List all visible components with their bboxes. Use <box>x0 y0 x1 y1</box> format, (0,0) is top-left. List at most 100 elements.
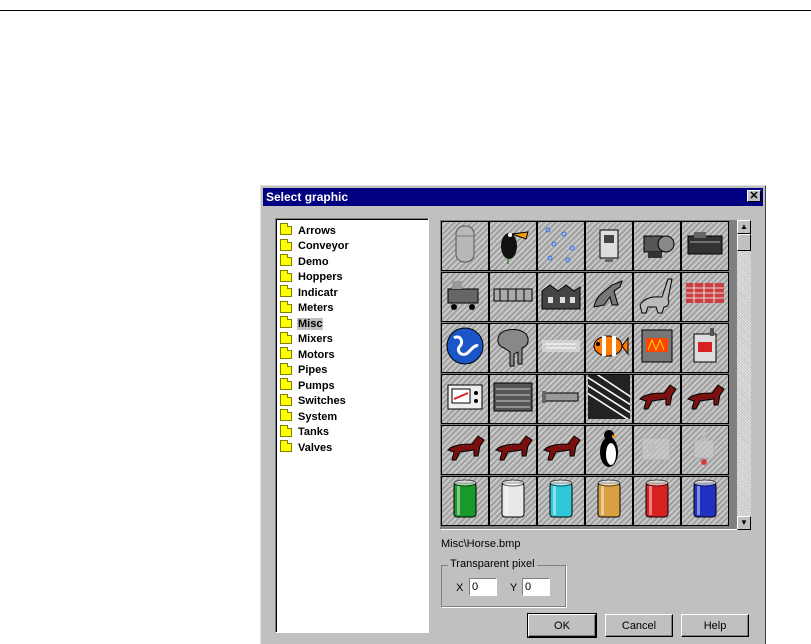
globe-icon <box>444 324 486 372</box>
graphic-cell[interactable] <box>681 374 729 424</box>
folder-item-tanks[interactable]: Tanks <box>280 424 330 440</box>
graphic-cell[interactable] <box>585 323 633 373</box>
folder-item-pipes[interactable]: Pipes <box>280 362 328 378</box>
pipe-section-icon <box>540 375 582 423</box>
graphic-cell[interactable] <box>441 323 489 373</box>
folder-label: Arrows <box>298 224 336 237</box>
folder-label: Pipes <box>298 364 328 376</box>
folder-icon <box>280 347 292 359</box>
graphic-cell[interactable] <box>441 221 489 271</box>
horse-icon <box>444 426 486 474</box>
graphic-cell[interactable] <box>489 374 537 424</box>
graphic-cell[interactable] <box>489 476 537 526</box>
generator-icon <box>684 222 726 270</box>
folder-item-valves[interactable]: Valves <box>280 440 333 455</box>
graphics-grid[interactable] <box>440 220 751 530</box>
close-button[interactable]: ✕ <box>747 190 761 202</box>
graphic-cell[interactable] <box>681 272 729 322</box>
transparent-pixel-group: Transparent pixel X 0 Y 0 <box>441 558 566 607</box>
graphic-cell[interactable] <box>537 221 585 271</box>
graphic-cell[interactable] <box>585 476 633 526</box>
folder-item-hoppers[interactable]: Hoppers <box>280 269 344 285</box>
graphic-cell[interactable] <box>681 425 729 475</box>
folder-item-misc[interactable]: Misc <box>280 316 324 331</box>
brick-pattern-icon <box>684 273 726 321</box>
folder-list[interactable]: Arrows Conveyor Demo Hoppers Indicatr Meters M… <box>275 218 429 633</box>
graphic-cell[interactable] <box>633 425 681 475</box>
graphic-cell[interactable] <box>633 374 681 424</box>
graphic-cell[interactable] <box>537 272 585 322</box>
folder-label: Valves <box>298 441 333 454</box>
page-rule <box>0 10 811 11</box>
furnace-icon <box>636 324 678 372</box>
graphic-cell[interactable] <box>681 476 729 526</box>
graphic-cell[interactable] <box>537 374 585 424</box>
graphic-cell[interactable] <box>441 425 489 475</box>
graphic-cell[interactable] <box>537 323 585 373</box>
folder-item-indicatr[interactable]: Indicatr <box>280 285 339 300</box>
dialog-titlebar[interactable]: Select graphic ✕ <box>263 188 763 206</box>
folder-label: Indicatr <box>298 286 338 299</box>
cancel-button[interactable]: Cancel <box>605 614 673 637</box>
help-button[interactable]: Help <box>681 614 749 637</box>
graphic-cell[interactable] <box>489 272 537 322</box>
folder-item-switches[interactable]: Switches <box>280 393 347 409</box>
graphic-cell[interactable] <box>489 425 537 475</box>
folder-label: Demo <box>298 255 329 268</box>
folder-icon <box>280 316 292 328</box>
x-input[interactable]: 0 <box>469 578 497 596</box>
folder-item-motors[interactable]: Motors <box>280 347 336 362</box>
conveyor-belt-icon <box>492 273 534 321</box>
graphic-cell[interactable] <box>633 272 681 322</box>
faded-valve-icon <box>684 426 726 474</box>
graphic-cell[interactable] <box>537 476 585 526</box>
folder-item-pumps[interactable]: Pumps <box>280 378 336 393</box>
folder-item-arrows[interactable]: Arrows <box>280 223 337 238</box>
filter-press-icon <box>492 375 534 423</box>
graphic-cell[interactable] <box>537 425 585 475</box>
orange-cylinder-icon <box>588 477 630 525</box>
ok-button[interactable]: OK <box>527 613 597 638</box>
folder-item-demo[interactable]: Demo <box>280 254 330 269</box>
graphic-cell[interactable] <box>489 221 537 271</box>
selected-file-path: Misc\Horse.bmp <box>441 538 521 550</box>
scroll-down-button[interactable]: ▼ <box>737 516 751 530</box>
graphic-cell[interactable] <box>441 476 489 526</box>
graphic-cell[interactable] <box>633 323 681 373</box>
graphic-cell[interactable] <box>441 272 489 322</box>
graphic-cell[interactable] <box>633 476 681 526</box>
red-cylinder-icon <box>636 477 678 525</box>
folder-icon <box>280 409 292 421</box>
folder-item-system[interactable]: System <box>280 409 338 424</box>
brontosaurus-icon <box>636 273 678 321</box>
folder-icon <box>280 331 292 344</box>
graphic-cell[interactable] <box>681 221 729 271</box>
folder-icon <box>280 285 292 297</box>
scroll-down-icon: ▼ <box>740 518 748 527</box>
green-cylinder-icon <box>444 477 486 525</box>
graphic-cell[interactable] <box>585 374 633 424</box>
folder-icon <box>280 223 292 235</box>
graphic-cell[interactable] <box>489 323 537 373</box>
scroll-thumb[interactable] <box>737 234 751 251</box>
graphic-cell[interactable] <box>585 221 633 271</box>
horse-icon <box>492 426 534 474</box>
graphic-cell[interactable] <box>441 374 489 424</box>
folder-label: System <box>298 410 338 423</box>
x-label: X <box>456 582 464 594</box>
graphic-cell[interactable] <box>633 221 681 271</box>
folder-icon <box>280 238 292 251</box>
grid-scrollbar[interactable]: ▲ ▼ <box>737 220 751 530</box>
graphic-cell[interactable] <box>585 425 633 475</box>
faded-machine-icon <box>636 426 678 474</box>
folder-icon <box>280 440 292 452</box>
folder-item-meters[interactable]: Meters <box>280 300 334 316</box>
folder-item-mixers[interactable]: Mixers <box>280 331 334 347</box>
graphic-cell[interactable] <box>681 323 729 373</box>
folder-label: Meters <box>298 302 334 314</box>
y-input[interactable]: 0 <box>522 578 550 596</box>
boiler-icon <box>684 324 726 372</box>
scroll-up-button[interactable]: ▲ <box>737 220 751 234</box>
folder-item-conveyor[interactable]: Conveyor <box>280 238 350 254</box>
graphic-cell[interactable] <box>585 272 633 322</box>
